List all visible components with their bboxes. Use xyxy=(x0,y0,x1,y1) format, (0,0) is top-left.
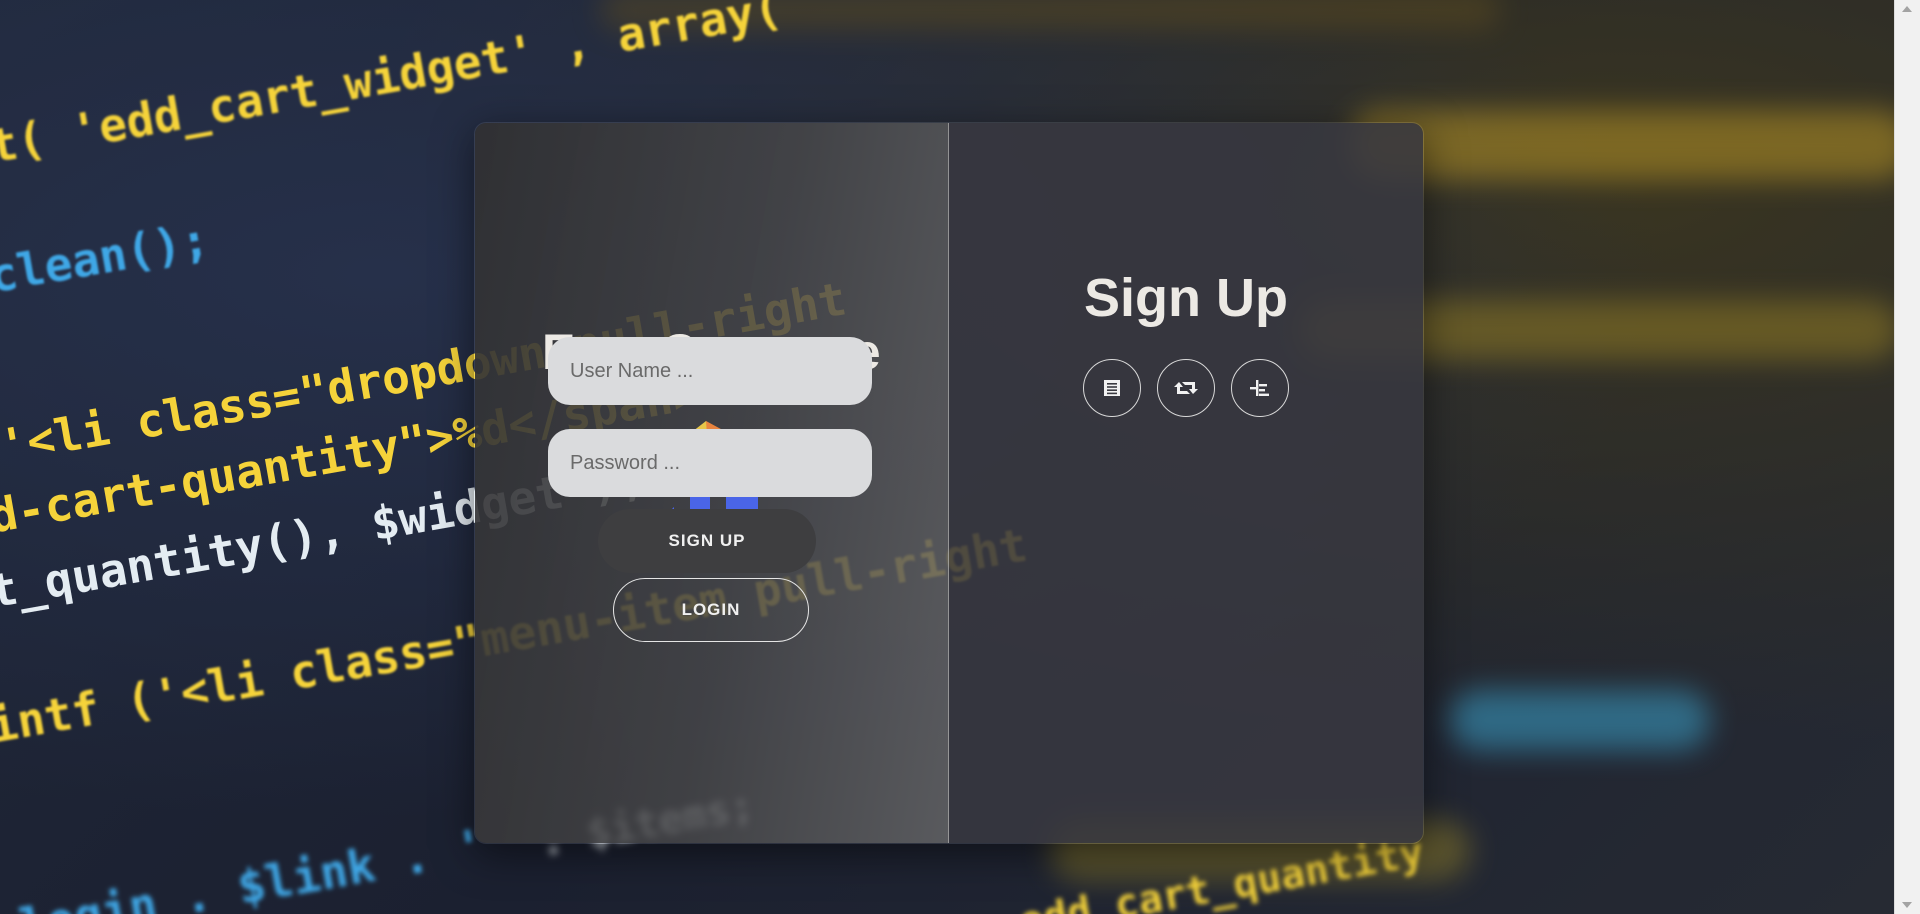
social-retweet-button[interactable] xyxy=(1157,359,1215,417)
signup-button[interactable]: SIGN UP xyxy=(598,509,816,573)
retweet-icon xyxy=(1174,382,1198,394)
social-buttons xyxy=(949,359,1423,417)
scroll-up-arrow-icon[interactable] xyxy=(1902,6,1912,12)
social-list-button[interactable] xyxy=(1083,359,1141,417)
bg-code-line: login . $link . ' xyxy=(15,818,489,914)
bg-streak xyxy=(1450,690,1710,750)
list-icon xyxy=(1104,380,1120,396)
page-scrollbar[interactable] xyxy=(1894,0,1920,914)
scroll-down-arrow-icon[interactable] xyxy=(1902,902,1912,908)
bg-code-line: clean(); xyxy=(0,211,213,304)
social-structure-button[interactable] xyxy=(1231,359,1289,417)
username-input[interactable] xyxy=(548,337,872,405)
password-input[interactable] xyxy=(548,429,872,497)
login-button[interactable]: LOGIN xyxy=(613,578,809,642)
signup-panel: Sign Up xyxy=(949,123,1423,843)
structure-icon xyxy=(1250,380,1269,396)
signup-title: Sign Up xyxy=(1084,268,1288,328)
bg-streak xyxy=(1350,110,1895,180)
